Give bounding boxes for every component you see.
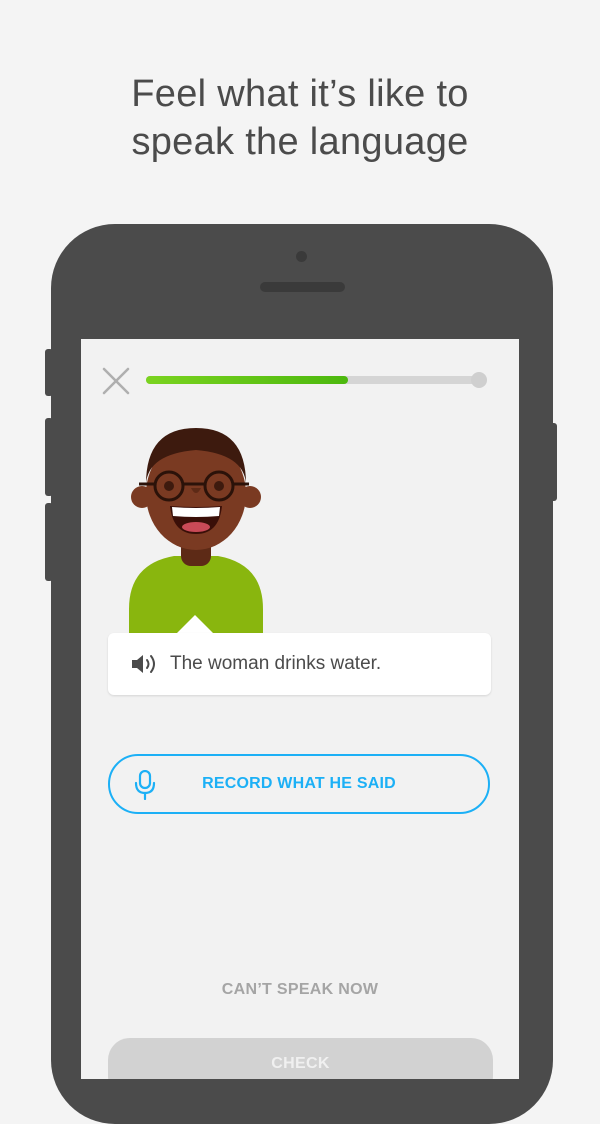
headline: Feel what it’s like to speak the languag… bbox=[0, 70, 600, 166]
speech-bubble: The woman drinks water. bbox=[108, 633, 491, 695]
earpiece-speaker bbox=[260, 282, 345, 292]
progress-end-dot bbox=[471, 372, 487, 388]
speaker-icon[interactable] bbox=[130, 652, 158, 676]
check-button[interactable]: CHECK bbox=[108, 1038, 493, 1079]
speech-bubble-tail bbox=[177, 615, 213, 633]
headline-line-2: speak the language bbox=[131, 121, 469, 163]
front-camera bbox=[296, 251, 307, 262]
check-button-label: CHECK bbox=[271, 1055, 330, 1072]
headline-line-1: Feel what it’s like to bbox=[131, 73, 469, 115]
character-illustration bbox=[129, 428, 263, 636]
lesson-screen: The woman drinks water. RECORD WHAT HE S… bbox=[81, 339, 519, 1079]
record-button[interactable]: RECORD WHAT HE SAID bbox=[108, 754, 490, 814]
record-button-label: RECORD WHAT HE SAID bbox=[202, 775, 396, 792]
sentence-text: The woman drinks water. bbox=[170, 653, 382, 674]
close-icon[interactable] bbox=[101, 366, 131, 396]
cant-speak-now-link[interactable]: CAN’T SPEAK NOW bbox=[81, 981, 519, 999]
progress-bar-fill bbox=[146, 376, 348, 384]
progress-bar bbox=[146, 376, 482, 384]
